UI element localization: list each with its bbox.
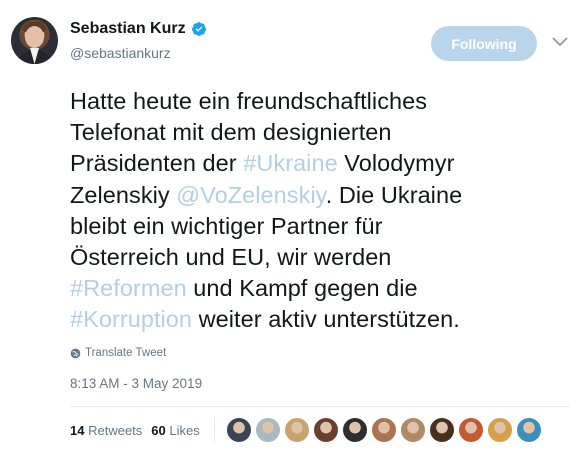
- author-name[interactable]: Sebastian Kurz: [70, 20, 186, 38]
- liker-avatar[interactable]: [342, 417, 368, 443]
- likers-row: [226, 417, 542, 443]
- likes-label[interactable]: Likes: [169, 423, 199, 438]
- chevron-down-icon[interactable]: [552, 37, 568, 47]
- author-name-row[interactable]: Sebastian Kurz: [70, 20, 207, 38]
- translate-label[interactable]: Translate Tweet: [85, 347, 166, 359]
- avatar-face: [25, 26, 44, 48]
- liker-avatar[interactable]: [516, 417, 542, 443]
- likes-count[interactable]: 60: [151, 423, 165, 438]
- verified-badge-icon: [191, 22, 206, 36]
- liker-avatar[interactable]: [458, 417, 484, 443]
- liker-avatar[interactable]: [284, 417, 310, 443]
- hashtag-link[interactable]: #Reformen: [70, 275, 187, 301]
- liker-avatar[interactable]: [255, 417, 281, 443]
- retweets-count[interactable]: 14: [70, 423, 84, 438]
- divider: [70, 406, 570, 407]
- liker-avatar[interactable]: [226, 417, 252, 443]
- liker-avatar[interactable]: [487, 417, 513, 443]
- globe-icon: [70, 348, 81, 358]
- liker-avatar[interactable]: [429, 417, 455, 443]
- liker-avatar[interactable]: [371, 417, 397, 443]
- tweet-stats: 14 Retweets 60 Likes: [70, 423, 200, 438]
- tweet-text-segment: und Kampf gegen die: [193, 275, 418, 302]
- author-handle[interactable]: @sebastiankurz: [70, 45, 171, 61]
- likes-stat[interactable]: 60 Likes: [151, 423, 199, 438]
- retweets-stat[interactable]: 14 Retweets: [70, 423, 142, 438]
- author-avatar[interactable]: [11, 17, 58, 64]
- stats-divider: [214, 416, 215, 444]
- tweet-timestamp[interactable]: 8:13 AM - 3 May 2019: [70, 376, 202, 391]
- liker-avatar[interactable]: [400, 417, 426, 443]
- hashtag-link[interactable]: #Korruption: [70, 306, 192, 332]
- following-button[interactable]: Following: [431, 26, 537, 61]
- liker-avatar[interactable]: [313, 417, 339, 443]
- translate-tweet-link[interactable]: Translate Tweet: [70, 347, 166, 359]
- tweet-text: Hatte heute ein freundschaftliches Telef…: [70, 86, 570, 336]
- retweets-label[interactable]: Retweets: [88, 423, 142, 438]
- tweet-text-segment: weiter aktiv unterstützen.: [192, 306, 460, 333]
- mention-link[interactable]: @VoZelenskiy: [176, 182, 325, 208]
- hashtag-link[interactable]: #Ukraine: [243, 150, 337, 176]
